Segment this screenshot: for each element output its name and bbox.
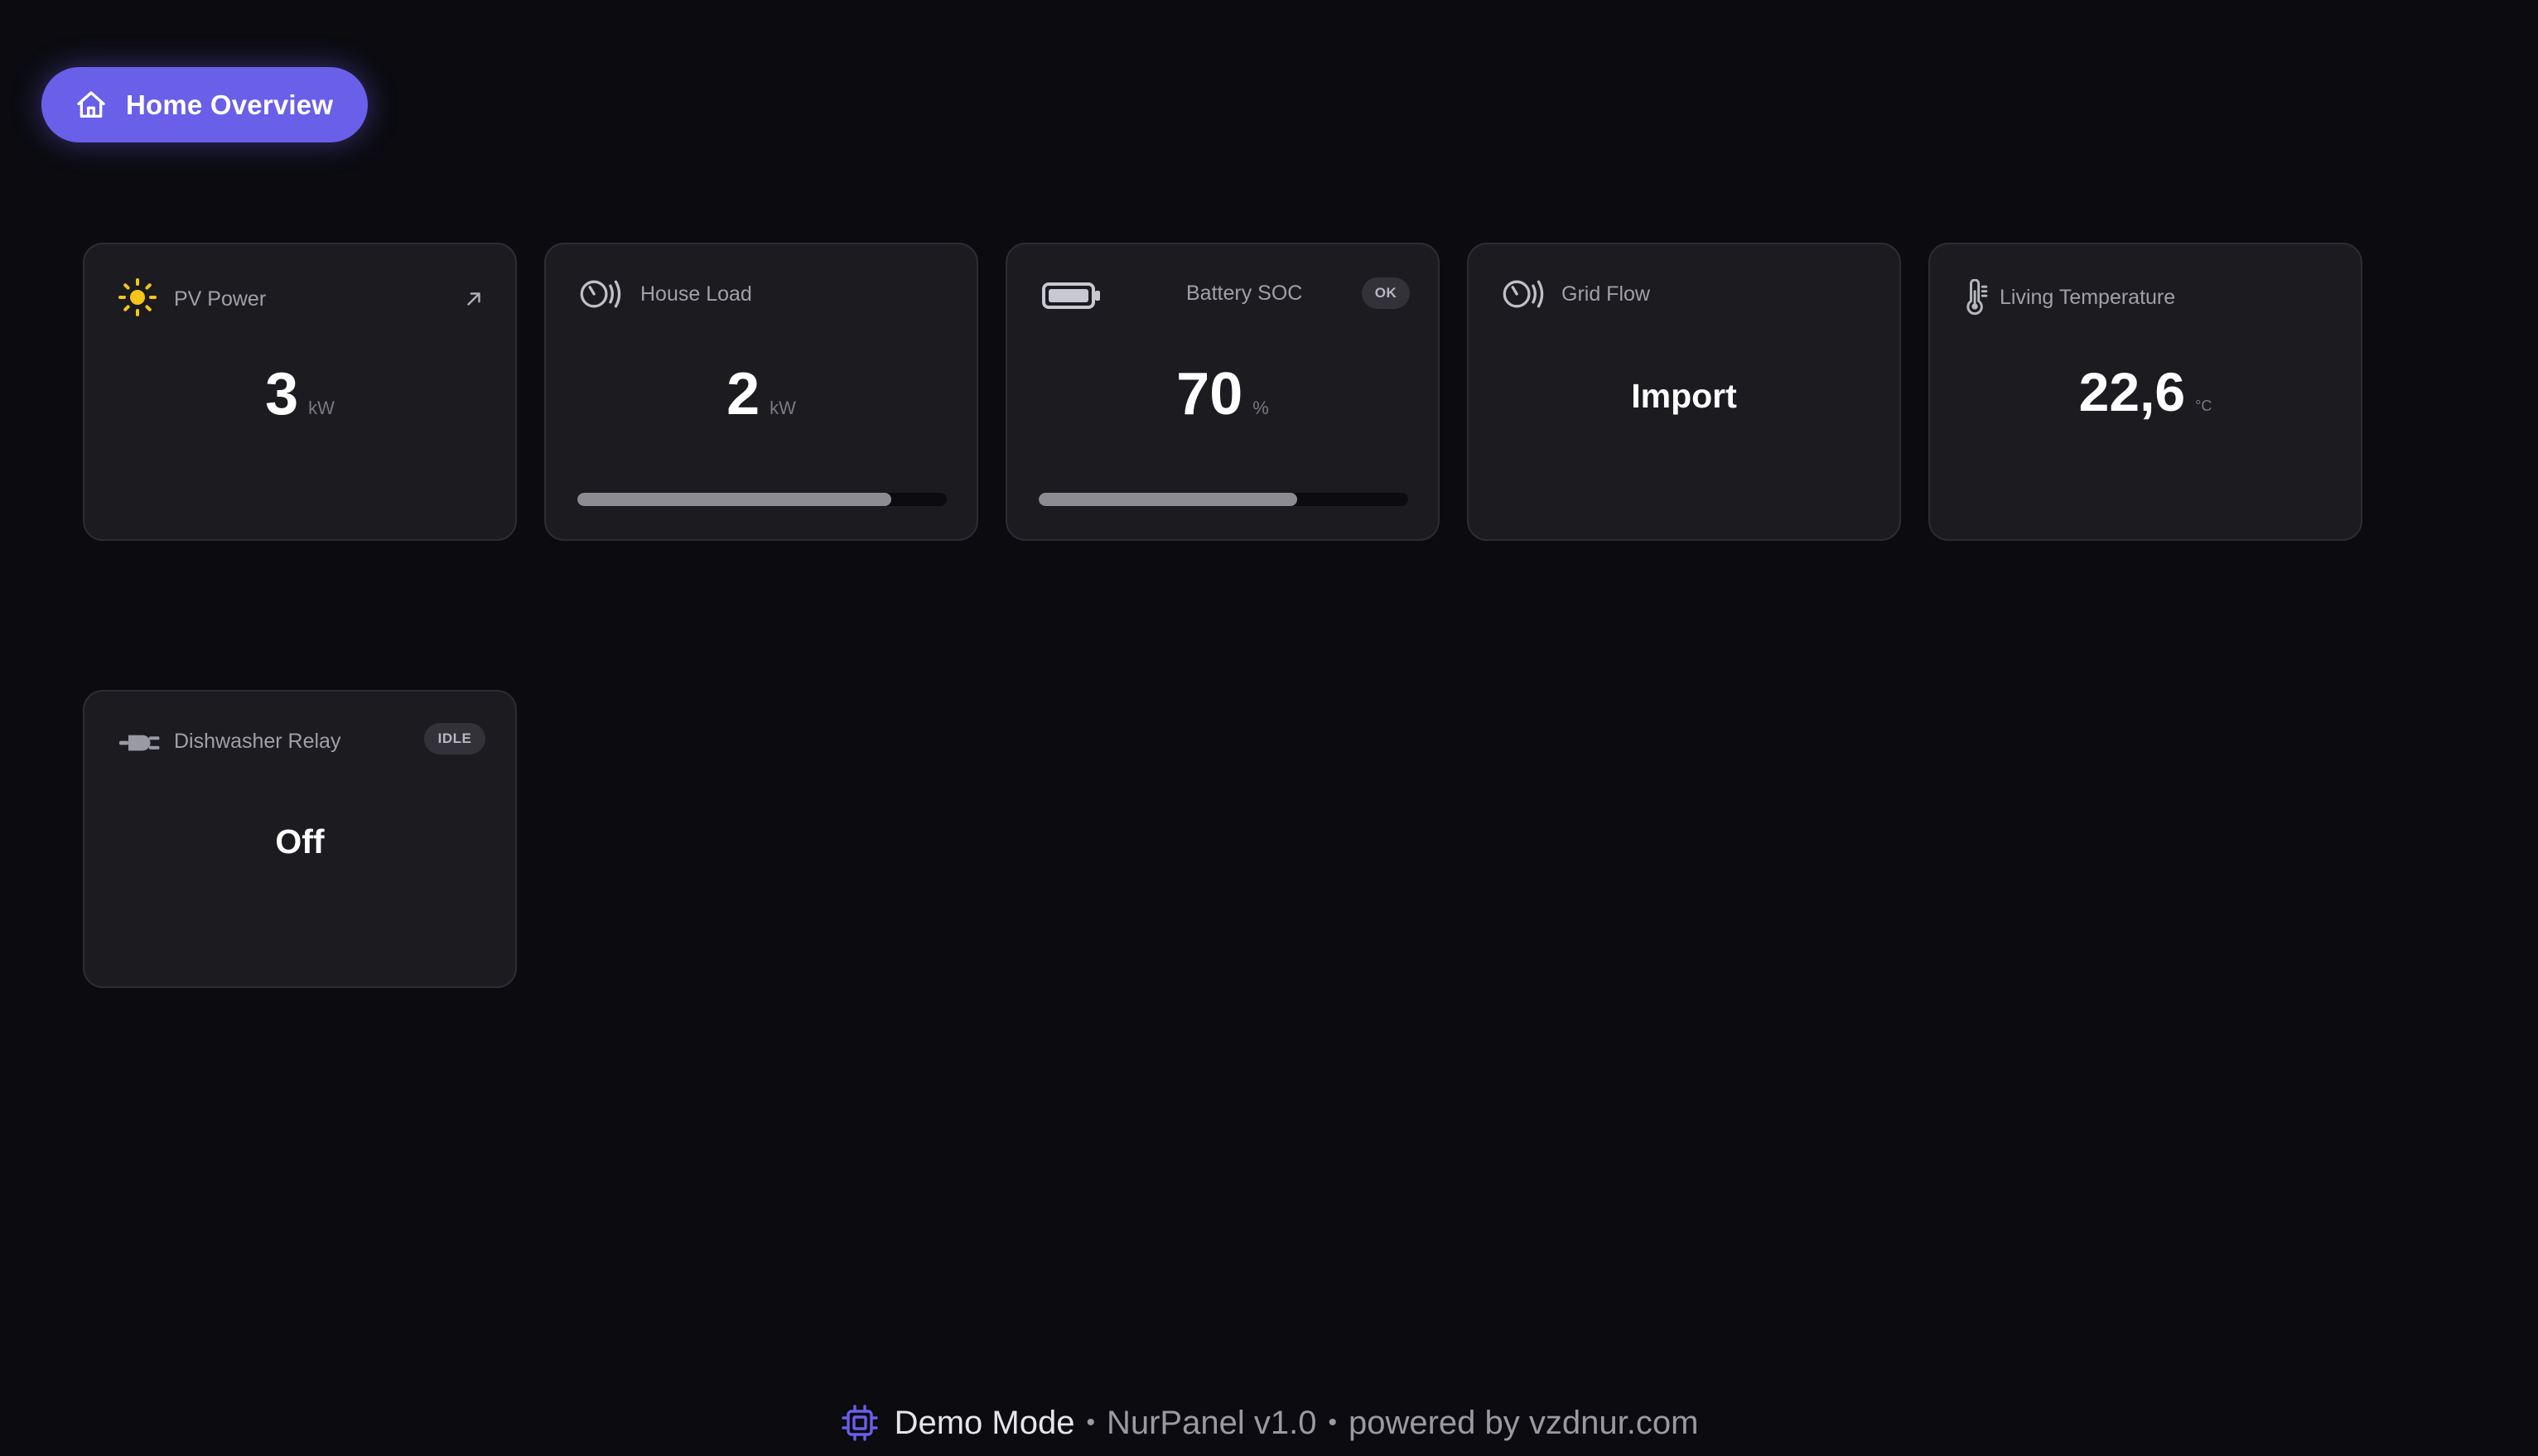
load-progress-bar (577, 493, 947, 506)
gauge-icon (1502, 277, 1548, 311)
card-title: PV Power (174, 287, 267, 311)
card-value: 3 (265, 361, 299, 427)
card-unit: % (1252, 398, 1269, 418)
battery-icon (1042, 281, 1102, 311)
status-badge: IDLE (424, 723, 485, 755)
grid-flow-card[interactable]: Grid Flow Import (1467, 243, 1901, 541)
battery-progress-fill (1039, 493, 1298, 506)
gauge-icon (579, 277, 625, 311)
load-progress-fill (577, 493, 892, 506)
pv-power-card[interactable]: PV Power 3 kW (83, 243, 517, 541)
card-text-value: Off (275, 822, 325, 861)
card-title: Grid Flow (1561, 282, 1650, 306)
home-overview-button[interactable]: Home Overview (41, 67, 368, 142)
chip-icon (840, 1403, 880, 1443)
footer-separator: • (1328, 1409, 1337, 1436)
footer: Demo Mode • NurPanel v1.0 • powered by v… (0, 1403, 2538, 1443)
plug-icon (119, 730, 161, 756)
living-temperature-card[interactable]: Living Temperature 22,6 °C (1928, 243, 2362, 541)
card-title: Dishwasher Relay (174, 730, 341, 753)
dashboard-page: Home Overview PV Power 3 kW House Load 2… (0, 0, 2538, 1456)
card-value: 22,6 (2078, 361, 2186, 422)
footer-separator: • (1086, 1409, 1095, 1436)
product-version: NurPanel v1.0 (1106, 1404, 1317, 1441)
card-value-row: 22,6 °C (1930, 360, 2361, 423)
status-badge: OK (1362, 277, 1410, 309)
card-title: Living Temperature (2000, 286, 2176, 309)
battery-soc-card[interactable]: Battery SOC OK 70% (1006, 243, 1440, 541)
demo-mode-label: Demo Mode (894, 1404, 1075, 1441)
dishwasher-relay-card[interactable]: Dishwasher Relay IDLE Off (83, 690, 517, 988)
battery-progress-bar (1039, 493, 1408, 506)
home-overview-label: Home Overview (126, 89, 334, 120)
sun-icon (118, 277, 157, 317)
card-value-row: 3 kW (84, 360, 515, 428)
card-title: House Load (640, 282, 752, 306)
powered-by-link[interactable]: powered by vzdnur.com (1349, 1405, 1698, 1442)
card-unit: kW (308, 398, 335, 418)
house-load-card[interactable]: House Load 2 kW (544, 243, 978, 541)
card-value: 70 (1176, 361, 1243, 427)
card-title: Battery SOC (1186, 282, 1303, 305)
card-unit: kW (770, 398, 796, 418)
card-unit: °C (2195, 398, 2212, 414)
arrow-up-right-icon[interactable] (462, 287, 485, 311)
home-icon (75, 89, 108, 122)
card-text-value: Import (1631, 377, 1737, 415)
card-value: 2 (726, 361, 760, 427)
thermometer-icon (1963, 279, 1988, 316)
card-value-row: 2 kW (546, 360, 977, 428)
card-value-row: 70% (1007, 360, 1438, 428)
